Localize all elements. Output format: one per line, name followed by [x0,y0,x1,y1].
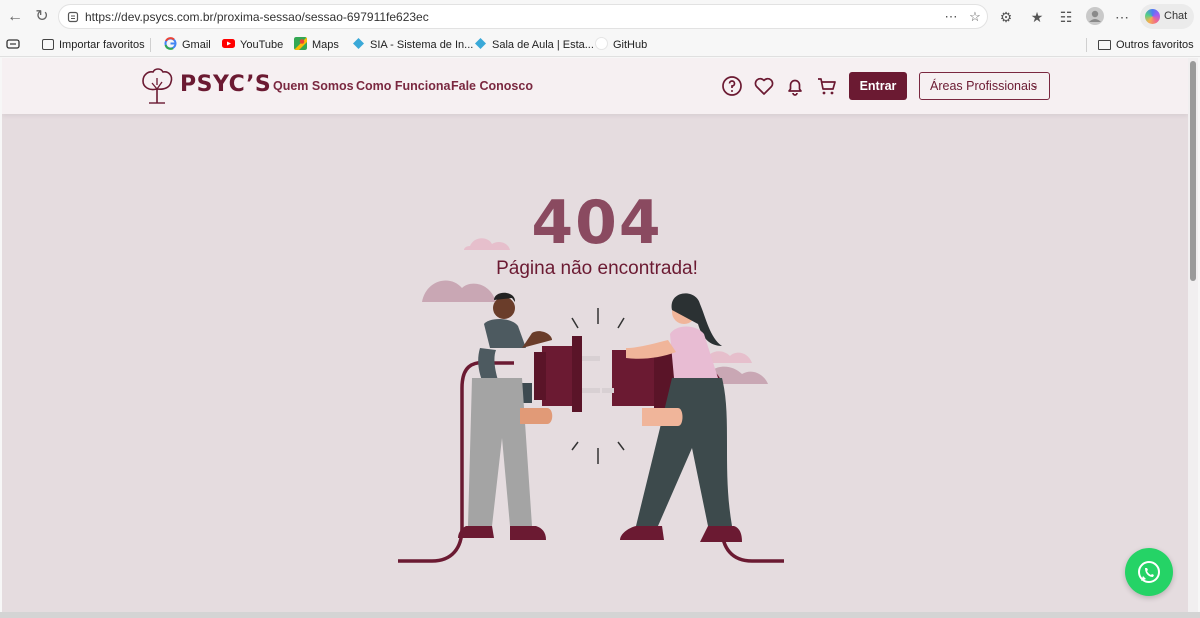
import-icon [42,39,54,50]
bookmark-youtube[interactable]: YouTube [222,37,283,53]
woman-figure [620,293,742,542]
bookmark-github[interactable]: GitHub [595,37,647,53]
bookmark-import[interactable]: Importar favoritos [42,37,145,53]
nav-quem-somos[interactable]: Quem Somos [273,79,354,93]
extensions-icon[interactable]: ⚙ [996,7,1016,27]
bookmark-other-folder[interactable]: Outros favoritos [1098,37,1194,53]
copilot-icon [1145,9,1160,24]
favorites-icon[interactable]: ★ [1027,7,1047,27]
whatsapp-icon [1138,561,1160,583]
maps-icon [294,37,307,50]
man-figure [458,292,553,540]
scrollbar-thumb[interactable] [1190,61,1196,281]
url-text[interactable]: https://dev.psycs.com.br/proxima-sessao/… [85,10,429,24]
more-menu-icon[interactable]: ⋯ [1112,7,1132,27]
bell-icon[interactable] [783,74,807,98]
reader-options-icon[interactable]: ⋯ [943,9,959,25]
profile-avatar[interactable] [1085,7,1105,27]
google-icon [164,37,177,50]
chevron-down-icon: ⌄ [1030,80,1039,91]
bookmark-maps[interactable]: Maps [294,37,339,53]
whatsapp-button[interactable] [1125,548,1173,596]
folder-icon [1098,40,1111,50]
address-bar[interactable]: https://dev.psycs.com.br/proxima-sessao/… [58,4,988,29]
bookmark-gmail[interactable]: Gmail [164,37,211,53]
collapse-bookmarks-icon[interactable] [6,37,20,53]
back-icon[interactable]: ← [4,6,26,28]
site-info-icon[interactable] [67,11,79,23]
page-viewport: PSYC’S Quem Somos Como Funciona Fale Con… [2,58,1188,612]
login-button[interactable]: Entrar [849,72,907,100]
bookmark-divider [150,38,151,52]
reload-icon[interactable]: ↻ [31,6,53,28]
page-scrollbar[interactable] [1188,58,1198,612]
copilot-chat-button[interactable]: Chat [1140,4,1194,29]
site-header: PSYC’S Quem Somos Como Funciona Fale Con… [2,58,1188,114]
professional-areas-dropdown[interactable]: Áreas Profissionais ⌄ [919,72,1050,100]
nav-fale-conosco[interactable]: Fale Conosco [451,79,533,93]
cart-icon[interactable] [815,74,839,98]
bookmark-sia[interactable]: SIA - Sistema de In... [352,37,473,53]
bookmark-divider [1086,38,1087,52]
heart-icon[interactable] [752,74,776,98]
github-icon [595,37,608,50]
window-bottom-edge [0,612,1200,618]
bookmarks-bar: Importar favoritos Gmail YouTube Maps SI… [0,33,1200,57]
youtube-icon [222,39,235,48]
diamond-icon [353,38,364,49]
nav-como-funciona[interactable]: Como Funciona [356,79,450,93]
tree-brain-logo-icon[interactable] [139,67,175,105]
browser-toolbar: ← ↻ https://dev.psycs.com.br/proxima-ses… [0,0,1200,33]
site-logo-text[interactable]: PSYC’S [180,72,271,97]
unplugged-cable-illustration [398,238,784,563]
bookmark-sala-de-aula[interactable]: Sala de Aula | Esta... [474,37,594,53]
collections-icon[interactable]: ☷ [1056,7,1076,27]
diamond-icon [475,38,486,49]
favorite-star-icon[interactable]: ☆ [967,9,983,25]
help-icon[interactable] [720,74,744,98]
plug-left [534,336,600,412]
